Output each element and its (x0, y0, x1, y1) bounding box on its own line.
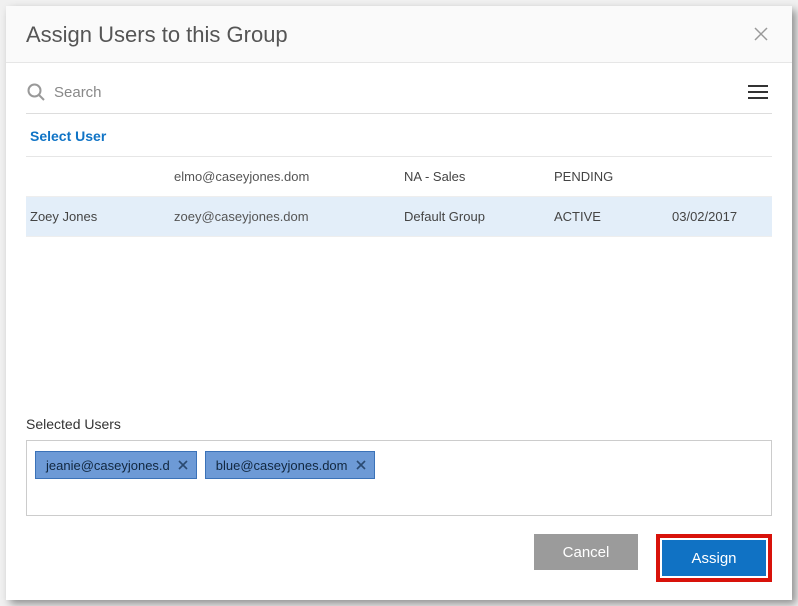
search-row: Search (26, 81, 772, 114)
search-placeholder: Search (54, 84, 102, 101)
selected-users-label: Selected Users (26, 416, 772, 432)
cell-status: ACTIVE (554, 209, 672, 224)
search-icon (26, 82, 46, 102)
search-input[interactable]: Search (26, 82, 102, 102)
cell-group: NA - Sales (404, 169, 554, 184)
cell-name: Zoey Jones (26, 209, 174, 224)
assign-button[interactable]: Assign (662, 540, 766, 576)
cell-status: PENDING (554, 169, 672, 184)
dialog-body: Search Select User elmo@caseyjones.dom N… (6, 63, 792, 237)
chip-remove-icon[interactable] (354, 457, 368, 473)
chip-text: jeanie@caseyjones.d (46, 458, 170, 473)
cell-email: elmo@caseyjones.dom (174, 169, 404, 184)
cell-group: Default Group (404, 209, 554, 224)
chip-remove-icon[interactable] (176, 457, 190, 473)
select-user-header: Select User (26, 114, 772, 157)
selected-users-box: jeanie@caseyjones.d blue@caseyjones.dom (26, 440, 772, 516)
table-row[interactable]: Zoey Jones zoey@caseyjones.dom Default G… (26, 197, 772, 237)
cell-email: zoey@caseyjones.dom (174, 209, 404, 224)
selected-user-chip[interactable]: blue@caseyjones.dom (205, 451, 375, 479)
selected-users-section: Selected Users jeanie@caseyjones.d blue@… (6, 416, 792, 516)
dialog-footer: Cancel Assign (6, 516, 792, 600)
assign-users-dialog: Assign Users to this Group Search Select… (6, 6, 792, 600)
selected-user-chip[interactable]: jeanie@caseyjones.d (35, 451, 197, 479)
user-table: elmo@caseyjones.dom NA - Sales PENDING Z… (26, 157, 772, 237)
assign-button-highlight: Assign (656, 534, 772, 582)
close-icon[interactable] (750, 23, 772, 48)
dialog-title: Assign Users to this Group (26, 22, 288, 48)
dialog-header: Assign Users to this Group (6, 6, 792, 63)
chip-text: blue@caseyjones.dom (216, 458, 348, 473)
cell-date: 03/02/2017 (672, 209, 772, 224)
table-row[interactable]: elmo@caseyjones.dom NA - Sales PENDING (26, 157, 772, 197)
cancel-button[interactable]: Cancel (534, 534, 638, 570)
menu-icon[interactable] (744, 81, 772, 103)
